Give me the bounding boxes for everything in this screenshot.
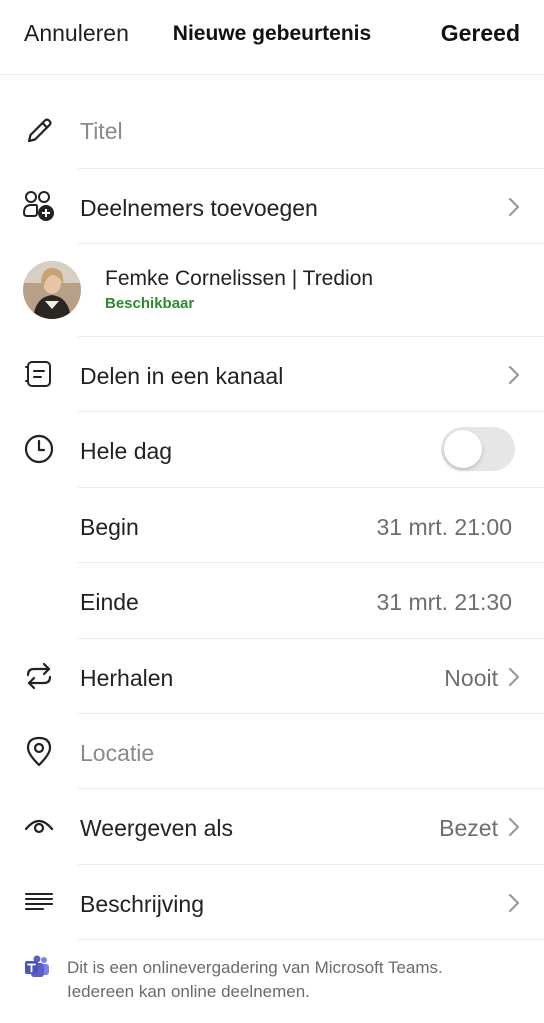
attendee-name: Femke Cornelissen | Tredion (105, 267, 374, 290)
add-participants-label: Deelnemers toevoegen (80, 195, 318, 221)
teams-icon (25, 955, 49, 977)
eye-icon (22, 809, 56, 843)
channel-icon (22, 357, 56, 391)
chevron-right-icon (508, 365, 520, 385)
clock-icon (22, 432, 56, 466)
description-row[interactable]: Beschrijving (0, 865, 544, 939)
start-row[interactable]: Begin 31 mrt. 21:00 (0, 488, 544, 562)
attendee-row[interactable]: Femke Cornelissen | Tredion Beschikbaar (0, 244, 544, 336)
add-people-icon (22, 189, 56, 223)
end-row[interactable]: Einde 31 mrt. 21:30 (0, 563, 544, 637)
text-lines-icon (22, 885, 56, 919)
repeat-row[interactable]: Herhalen Nooit (0, 639, 544, 713)
location-pin-icon (22, 734, 56, 768)
repeat-value: Nooit (444, 665, 498, 691)
show-as-label: Weergeven als (80, 815, 233, 841)
status-badge: Beschikbaar (105, 295, 195, 312)
add-participants-row[interactable]: Deelnemers toevoegen (0, 169, 544, 243)
teams-meeting-info: Dit is een onlinevergadering van Microso… (67, 956, 517, 1004)
repeat-label: Herhalen (80, 665, 174, 691)
share-channel-label: Delen in een kanaal (80, 363, 284, 389)
description-label: Beschrijving (80, 891, 204, 917)
title-input[interactable]: Titel (80, 118, 123, 145)
title-row[interactable]: Titel (0, 94, 544, 168)
end-value[interactable]: 31 mrt. 21:30 (376, 589, 512, 616)
chevron-right-icon (508, 893, 520, 913)
show-as-row[interactable]: Weergeven als Bezet (0, 789, 544, 863)
divider (78, 939, 544, 940)
footer-line-1: Dit is een onlinevergadering van Microso… (67, 958, 443, 977)
location-input[interactable]: Locatie (80, 740, 154, 767)
chevron-right-icon (508, 197, 520, 217)
all-day-row: Hele dag (0, 412, 544, 486)
avatar (23, 261, 81, 319)
show-as-value: Bezet (439, 815, 498, 841)
all-day-toggle[interactable] (441, 427, 515, 471)
start-value[interactable]: 31 mrt. 21:00 (376, 514, 512, 541)
repeat-icon (22, 659, 56, 693)
chevron-right-icon (508, 817, 520, 837)
pencil-icon (22, 114, 56, 148)
chevron-right-icon (508, 667, 520, 687)
footer-line-2: Iedereen kan online deelnemen. (67, 982, 310, 1001)
toggle-knob (444, 430, 482, 468)
location-row[interactable]: Locatie (0, 714, 544, 788)
share-channel-row[interactable]: Delen in een kanaal (0, 337, 544, 411)
top-bar: Annuleren Nieuwe gebeurtenis Gereed (0, 0, 544, 75)
start-label: Begin (80, 514, 139, 540)
all-day-label: Hele dag (80, 438, 173, 464)
end-label: Einde (80, 589, 139, 615)
done-button[interactable]: Gereed (441, 20, 520, 47)
